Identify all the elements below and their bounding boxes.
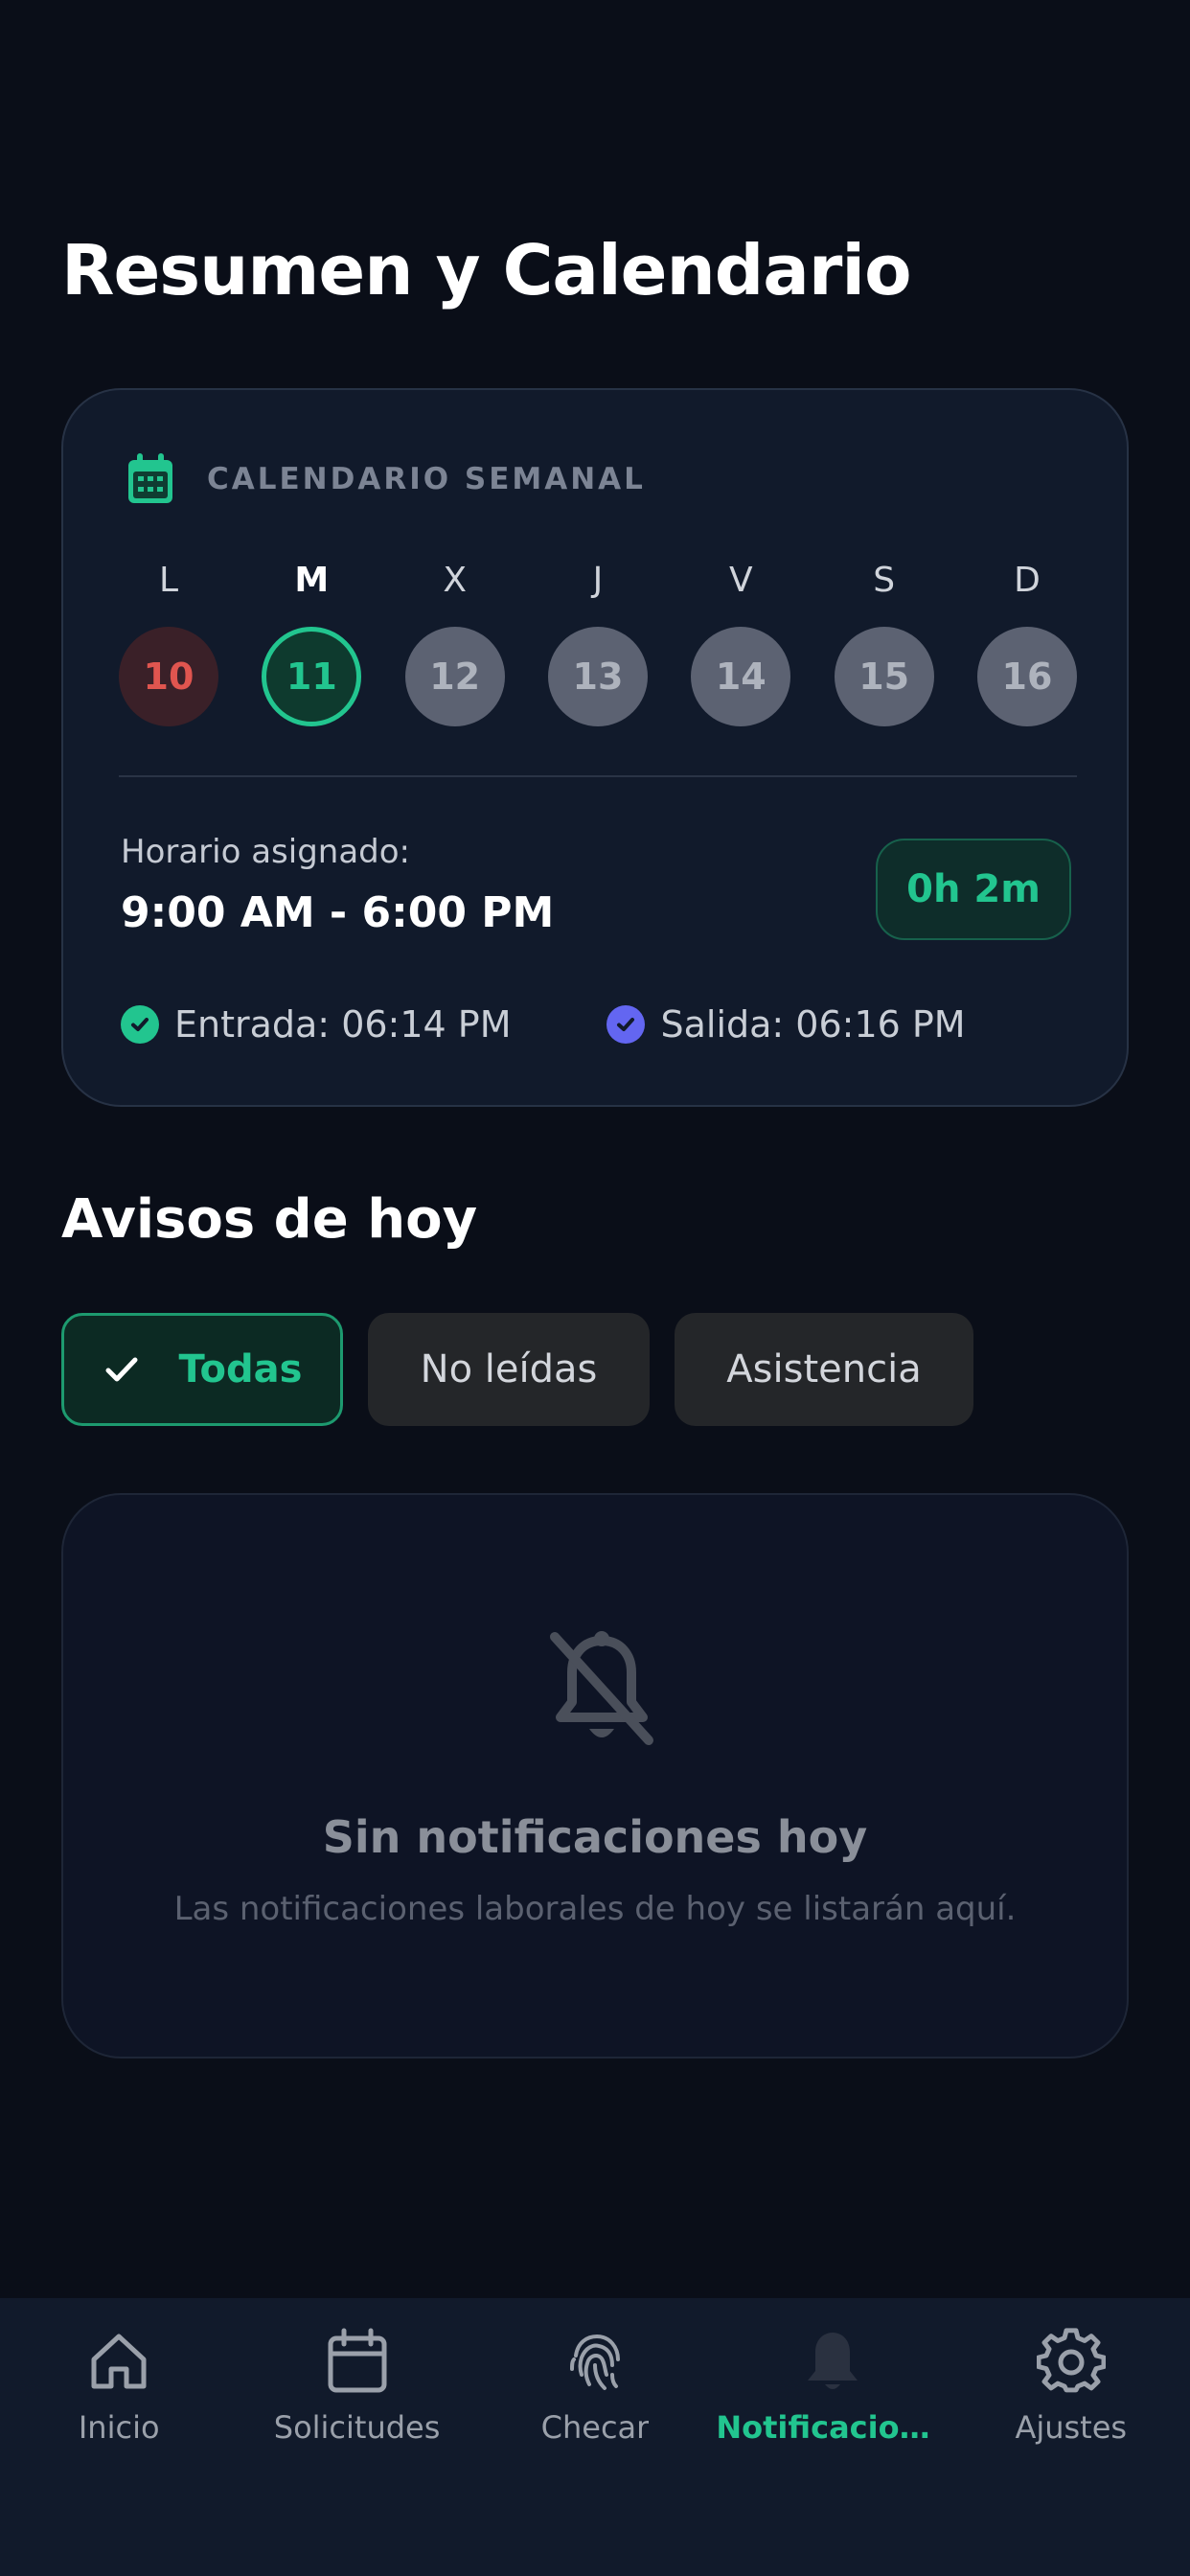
weekday-letter: X	[443, 561, 467, 600]
calendar-header-label: CALENDARIO SEMANAL	[207, 462, 646, 496]
page: Resumen y Calendario CALENDARIO SEMANAL …	[0, 0, 1190, 2576]
nav-item-home[interactable]: Inicio	[0, 2298, 238, 2576]
nav-item-settings[interactable]: Ajustes	[952, 2298, 1190, 2576]
calendar-icon	[328, 2328, 387, 2393]
weekday-letter-today: M	[294, 561, 330, 600]
weekday-letter: J	[592, 561, 604, 600]
day-circle-past[interactable]: 10	[119, 627, 218, 726]
bell-off-icon	[550, 1631, 653, 1745]
calendar-icon	[128, 453, 172, 503]
weekday-letter: D	[1014, 561, 1041, 600]
checkmark-icon	[105, 1357, 138, 1382]
nav-label-requests: Solicitudes	[273, 2409, 441, 2446]
empty-state-subtitle: Las notificaciones laborales de hoy se l…	[173, 1890, 1017, 1928]
day-circle-today[interactable]: 11	[262, 627, 362, 726]
weekly-calendar-card: CALENDARIO SEMANAL L M X J V S D 10 11 1…	[61, 388, 1129, 1107]
filter-chip-attendance[interactable]: Asistencia	[675, 1313, 973, 1426]
notices-title: Avisos de hoy	[61, 1188, 478, 1251]
weekday-letter: V	[728, 561, 753, 600]
week-strip: L M X J V S D 10 11 12 13 14 15 16	[119, 561, 1077, 726]
exit-time: Salida: 06:16 PM	[660, 1003, 966, 1046]
fingerprint-icon	[569, 2334, 620, 2390]
nav-label-check: Checar	[540, 2409, 650, 2446]
weekday-letters: L M X J V S D	[119, 561, 1077, 600]
worked-duration-badge: 0h 2m	[876, 839, 1071, 940]
nav-label-notifications: Notificacion...	[716, 2409, 950, 2446]
empty-state-title: Sin notificaciones hoy	[322, 1811, 868, 1863]
nav-label-settings: Ajustes	[1015, 2409, 1128, 2446]
check-circle-icon	[121, 1005, 159, 1044]
weekday-letter: S	[873, 561, 896, 600]
notice-filters: Todas No leídas Asistencia	[61, 1313, 998, 1426]
day-circle[interactable]: 16	[976, 627, 1077, 726]
filter-chip-unread[interactable]: No leídas	[368, 1313, 650, 1426]
entry-record: Entrada: 06:14 PM	[121, 1003, 511, 1046]
weekday-numbers: 10 11 12 13 14 15 16	[119, 627, 1077, 726]
day-circle[interactable]: 12	[404, 627, 505, 726]
bottom-navigation: Inicio Solicitudes Checar Notificacion..…	[0, 2298, 1190, 2576]
day-circle[interactable]: 14	[691, 627, 791, 726]
home-icon	[91, 2334, 147, 2389]
page-title: Resumen y Calendario	[61, 230, 912, 310]
day-circle[interactable]: 13	[547, 627, 648, 726]
schedule-label: Horario asignado:	[121, 833, 411, 871]
nav-item-requests[interactable]: Solicitudes	[238, 2298, 475, 2576]
nav-label-home: Inicio	[78, 2409, 160, 2446]
schedule-time: 9:00 AM - 6:00 PM	[121, 888, 555, 937]
checkin-row: Entrada: 06:14 PM Salida: 06:16 PM	[121, 1003, 966, 1046]
nav-item-check[interactable]: Checar	[476, 2298, 714, 2576]
day-circle[interactable]: 15	[834, 627, 934, 726]
divider	[119, 775, 1077, 777]
calendar-header: CALENDARIO SEMANAL	[126, 453, 646, 505]
filter-chip-all[interactable]: Todas	[61, 1313, 343, 1426]
gear-icon	[1036, 2328, 1106, 2393]
weekday-letter: L	[158, 561, 179, 600]
nav-item-notifications[interactable]: Notificacion...	[714, 2298, 951, 2576]
bell-icon	[808, 2333, 858, 2389]
check-circle-icon	[606, 1005, 646, 1044]
empty-notifications-card: Sin notificaciones hoy Las notificacione…	[61, 1493, 1129, 2058]
entry-time: Entrada: 06:14 PM	[174, 1003, 512, 1046]
filter-chip-all-label: Todas	[178, 1347, 303, 1392]
exit-record: Salida: 06:16 PM	[606, 1003, 966, 1046]
